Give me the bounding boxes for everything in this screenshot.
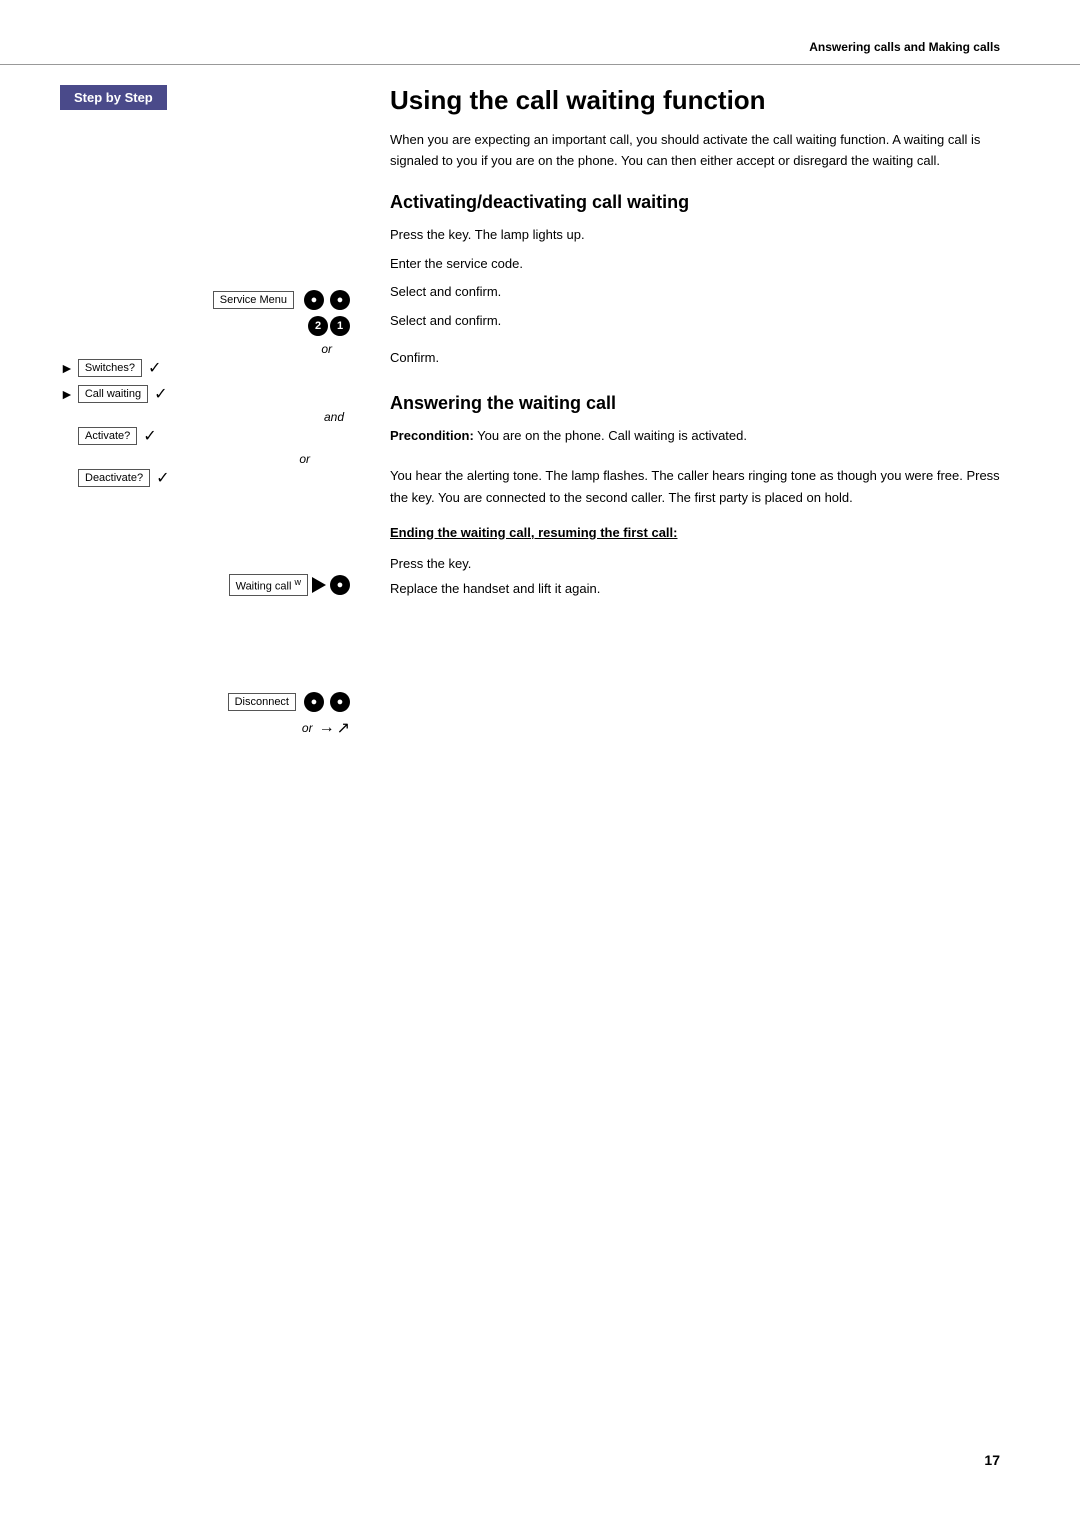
or-arrows-row: or → ↗ <box>60 718 360 738</box>
activate-row: Activate? ✓ <box>78 426 360 446</box>
section2-title: Answering the waiting call <box>390 393 1020 414</box>
code-badges-row: 2 1 <box>60 316 360 336</box>
deactivate-row: Deactivate? ✓ <box>78 468 360 488</box>
page-number: 17 <box>984 1452 1000 1468</box>
header-text: Answering calls and Making calls <box>809 40 1000 54</box>
service-menu-row: Service Menu ● ● <box>60 290 360 310</box>
subsection-ending: Ending the waiting call, resuming the fi… <box>390 525 1020 600</box>
section-answering: Answering the waiting call Precondition:… <box>390 393 1020 600</box>
phone-triangle-icon <box>312 577 326 593</box>
left-column: Step by Step Service Menu ● ● 2 1 <box>60 85 360 744</box>
disconnect-row: Disconnect ● ● <box>60 692 360 712</box>
step2-text: Enter the service code. <box>390 254 1020 275</box>
step4-text: Select and confirm. <box>390 311 1020 332</box>
and-label: and <box>60 410 360 424</box>
section-activating: Activating/deactivating call waiting Pre… <box>390 192 1020 369</box>
or-instruction: Replace the handset and lift it again. <box>390 579 1020 600</box>
bullet-circle-2: ● <box>330 290 350 310</box>
checkmark-switches: ✓ <box>148 358 161 378</box>
activate-key: Activate? <box>78 427 137 445</box>
bullet-disconnect-2: ● <box>330 692 350 712</box>
badge-2: 2 <box>308 316 328 336</box>
subsection-title: Ending the waiting call, resuming the fi… <box>390 525 1020 540</box>
code-circles: 2 1 <box>308 316 350 336</box>
or-label-2: or <box>60 452 360 466</box>
precondition-label: Precondition: <box>390 428 474 443</box>
arrow-icon-switches: ► <box>60 360 74 376</box>
or-label-3: or <box>302 721 313 735</box>
waiting-call-key: Waiting call w <box>229 574 308 596</box>
checkmark-deactivate: ✓ <box>156 468 169 488</box>
step5-text: Confirm. <box>390 348 1020 369</box>
checkmark-activate: ✓ <box>143 426 156 446</box>
call-waiting-key: Call waiting <box>78 385 148 403</box>
switches-row: ► Switches? ✓ <box>60 358 360 378</box>
switches-key: Switches? <box>78 359 142 377</box>
step-by-step-label: Step by Step <box>60 85 167 110</box>
main-title: Using the call waiting function <box>390 85 1020 116</box>
step5-block: Confirm. <box>390 348 1020 369</box>
call-waiting-row: ► Call waiting ✓ <box>60 384 360 404</box>
disconnect-instruction: Press the key. <box>390 554 1020 575</box>
arrow-icon-call-waiting: ► <box>60 386 74 402</box>
bullet-icon-waiting: ● <box>330 575 350 595</box>
step3-text: Select and confirm. <box>390 282 1020 303</box>
arrow-phone-icon-2: ↗ <box>337 718 350 738</box>
page-header: Answering calls and Making calls <box>0 0 1080 65</box>
precondition-text: Precondition: You are on the phone. Call… <box>390 426 1020 447</box>
step1-block: Press the key. The lamp lights up. <box>390 225 1020 246</box>
badge-1: 1 <box>330 316 350 336</box>
step3-block: Select and confirm. <box>390 282 1020 303</box>
section1-title: Activating/deactivating call waiting <box>390 192 1020 213</box>
waiting-instruction: You hear the alerting tone. The lamp fla… <box>390 465 1020 509</box>
arrow-phone-icon-1: → <box>319 719 335 737</box>
disconnect-key: Disconnect <box>228 693 296 711</box>
intro-text: When you are expecting an important call… <box>390 130 1020 172</box>
precondition-body: You are on the phone. Call waiting is ac… <box>477 428 747 443</box>
checkmark-call-waiting: ✓ <box>154 384 167 404</box>
step4-block: Select and confirm. <box>390 311 1020 332</box>
deactivate-key: Deactivate? <box>78 469 150 487</box>
waiting-call-row: Waiting call w ● <box>60 574 360 596</box>
wavy-icon: w <box>295 577 302 587</box>
bullet-circle-1: ● <box>304 290 324 310</box>
step2-block: Enter the service code. <box>390 254 1020 275</box>
bullet-disconnect-1: ● <box>304 692 324 712</box>
service-menu-key: Service Menu <box>213 291 294 309</box>
or-label-1: or <box>60 342 360 356</box>
right-column: Using the call waiting function When you… <box>360 85 1020 744</box>
step1-text: Press the key. The lamp lights up. <box>390 225 1020 246</box>
